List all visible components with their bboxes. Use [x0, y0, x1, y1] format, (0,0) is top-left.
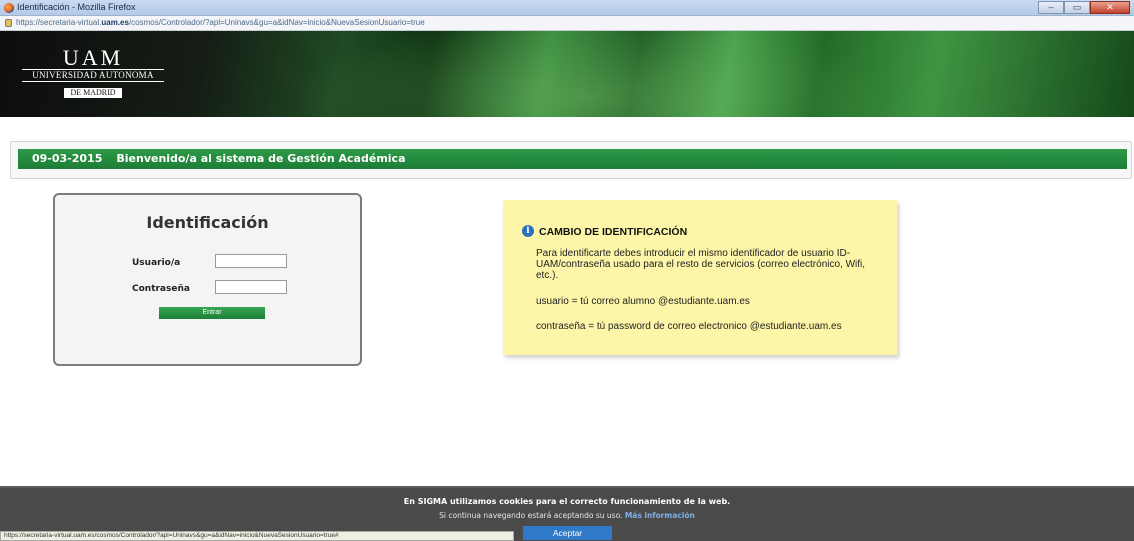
info-icon: i — [522, 225, 534, 237]
uam-logo[interactable]: UAM UNIVERSIDAD AUTONOMA DE MADRID — [22, 47, 164, 100]
notice-paragraph: Para identificarte debes introducir el m… — [536, 248, 866, 281]
password-label: Contraseña — [132, 284, 190, 294]
username-input[interactable] — [215, 254, 287, 268]
username-label: Usuario/a — [132, 258, 181, 268]
logo-city: DE MADRID — [64, 88, 122, 98]
logo-abbr: UAM — [62, 45, 124, 70]
login-panel: Identificación Usuario/a Contraseña Entr… — [53, 193, 362, 366]
maximize-button[interactable]: ▭ — [1064, 1, 1090, 14]
firefox-icon — [4, 3, 14, 13]
header-banner: UAM UNIVERSIDAD AUTONOMA DE MADRID — [0, 31, 1134, 117]
password-input[interactable] — [215, 280, 287, 294]
cookie-message: En SIGMA utilizamos cookies para el corr… — [403, 497, 731, 506]
window-controls: – ▭ ✕ — [1038, 1, 1130, 14]
current-date: 09-03-2015 — [32, 152, 103, 165]
logo-name: UNIVERSIDAD AUTONOMA — [22, 69, 164, 82]
welcome-message: Bienvenido/a al sistema de Gestión Acadé… — [116, 152, 406, 165]
accept-cookies-button[interactable]: Aceptar — [523, 526, 612, 540]
cookie-consent-line: Si continua navegando estará aceptando s… — [0, 511, 1134, 520]
welcome-container: 09-03-2015 Bienvenido/a al sistema de Ges… — [10, 141, 1132, 179]
login-submit-button[interactable]: Entrar — [159, 307, 265, 319]
cookie-consent-text: Si continua navegando estará aceptando s… — [439, 511, 623, 520]
banner-decoration — [240, 31, 940, 117]
notice-heading: CAMBIO DE IDENTIFICACIÓN — [539, 226, 688, 238]
login-title: Identificación — [146, 213, 269, 232]
close-button[interactable]: ✕ — [1090, 1, 1130, 14]
identification-notice: i CAMBIO DE IDENTIFICACIÓN Para identifi… — [503, 200, 897, 355]
notice-password: contraseña = tú password de correo elect… — [536, 321, 842, 332]
more-info-link[interactable]: Más información — [625, 511, 695, 520]
url-text[interactable]: https://secretaria-virtual.uam.es/cosmos… — [16, 18, 425, 27]
address-bar[interactable]: https://secretaria-virtual.uam.es/cosmos… — [0, 16, 1134, 31]
url-path: /cosmos/Controlador/?apl=Uninavs&gu=a&id… — [128, 18, 425, 27]
window-title-bar: Identificación - Mozilla Firefox – ▭ ✕ — [0, 0, 1134, 16]
url-domain: uam.es — [101, 18, 129, 27]
notice-usuario: usuario = tú correo alumno @estudiante.u… — [536, 296, 750, 307]
minimize-button[interactable]: – — [1038, 1, 1064, 14]
url-prefix: https://secretaria-virtual. — [16, 18, 102, 27]
welcome-bar: 09-03-2015 Bienvenido/a al sistema de Ges… — [18, 149, 1127, 169]
lock-icon — [5, 19, 12, 27]
window-title: Identificación - Mozilla Firefox — [17, 2, 136, 12]
status-bar: https://secretaria-virtual.uam.es/cosmos… — [0, 531, 514, 541]
